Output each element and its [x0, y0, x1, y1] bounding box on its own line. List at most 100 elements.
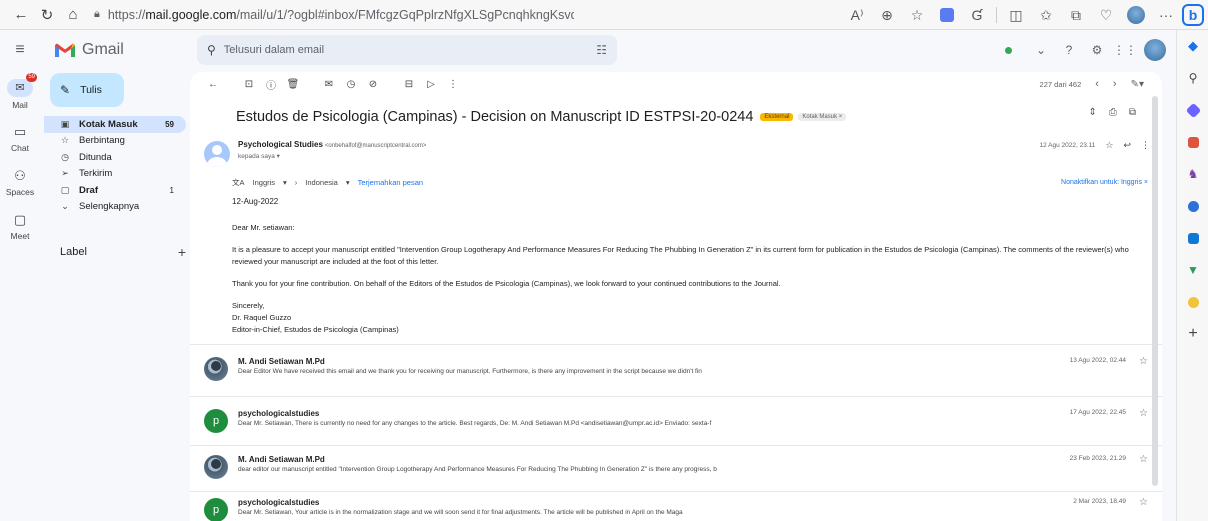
bing-icon[interactable]: b [1182, 4, 1204, 26]
status-dropdown-icon[interactable]: ⌄ [1032, 41, 1050, 59]
add-label-icon[interactable]: + [178, 244, 186, 260]
nav-item-inbox[interactable]: ▣ Kotak Masuk 59 [44, 116, 186, 133]
settings-icon[interactable]: ⚙ [1088, 41, 1106, 59]
delete-icon[interactable]: 🗑︎ [282, 73, 304, 95]
main-menu-icon[interactable]: ≡ [0, 30, 40, 70]
translate-message-link[interactable]: Terjemahkan pesan [358, 178, 423, 187]
address-bar[interactable]: 🔒︎ https://mail.google.com/mail/u/1/?ogb… [94, 3, 574, 27]
designer-icon[interactable]: ▼ [1177, 254, 1208, 286]
source-language-dropdown-icon[interactable]: ▾ [283, 178, 287, 187]
help-icon[interactable]: ? [1060, 41, 1078, 59]
search-input[interactable]: ⚲ Telusuri dalam email ☷ [197, 35, 617, 65]
zoom-icon[interactable]: ⊕ [873, 2, 901, 28]
more-icon[interactable]: ··· [1152, 2, 1180, 28]
chat-icon: ▭ [13, 123, 27, 139]
drop-icon[interactable] [1177, 286, 1208, 318]
rail-item-mail[interactable]: ✉ 59 Mail [0, 72, 40, 116]
toolbar-divider [996, 7, 997, 23]
favorites-bar-icon[interactable]: ✩ [1032, 2, 1060, 28]
mark-unread-icon[interactable]: ✉ [318, 73, 340, 95]
outlook-icon[interactable] [1177, 222, 1208, 254]
add-task-icon[interactable]: ⊘ [362, 73, 384, 95]
gmail-logo-text: Gmail [82, 41, 124, 58]
star-icon[interactable]: ☆ [1139, 454, 1148, 465]
mail-unread-badge: 59 [26, 72, 37, 82]
open-new-window-icon[interactable]: ⧉ [1129, 107, 1136, 118]
body-signoff: Sincerely, [232, 301, 265, 310]
label-icon[interactable]: ▷ [420, 73, 442, 95]
account-avatar[interactable] [1144, 39, 1166, 61]
more-options-icon[interactable]: ⋮ [442, 73, 464, 95]
thread-avatar: p [204, 409, 228, 433]
extension-icon[interactable] [933, 2, 961, 28]
subject-row: Estudos de Psicologia (Campinas) - Decis… [236, 107, 1156, 127]
rail-item-chat[interactable]: ▭ Chat [0, 116, 40, 160]
read-aloud-icon[interactable]: A⁾ [843, 2, 871, 28]
gmail-logo[interactable]: Gmail [54, 41, 124, 59]
scrollbar[interactable] [1152, 96, 1158, 486]
archive-icon[interactable]: ⊡ [238, 73, 260, 95]
bookmark-icon[interactable]: ◆ [1177, 30, 1208, 62]
body-signature-name: Dr. Raquel Guzzo [232, 313, 292, 322]
target-language-dropdown-icon[interactable]: ▾ [346, 178, 350, 187]
search-options-icon[interactable]: ☷ [596, 43, 607, 57]
compose-button[interactable]: ✎ Tulis [50, 73, 124, 107]
tools-icon[interactable] [1177, 190, 1208, 222]
star-icon[interactable]: ☆ [1139, 408, 1148, 419]
older-icon[interactable]: › [1113, 78, 1117, 90]
nav-item-sent[interactable]: ➢ Terkirim [44, 166, 186, 183]
profile-icon[interactable] [1122, 2, 1150, 28]
target-language[interactable]: Indonesia [305, 178, 338, 187]
star-message-icon[interactable]: ☆ [1105, 140, 1113, 151]
games-icon[interactable]: ♞ [1177, 158, 1208, 190]
thread-message[interactable]: p psychologicalstudies Dear Mr. Setiawan… [204, 492, 1154, 521]
nav-item-snoozed[interactable]: ◷ Ditunda [44, 149, 186, 166]
tag-icon[interactable] [1177, 94, 1208, 126]
draft-icon: ▢ [60, 184, 70, 195]
star-icon[interactable]: ☆ [1139, 497, 1148, 508]
back-icon[interactable]: ← [8, 2, 34, 28]
extension-c-icon[interactable]: Ɠ [963, 2, 991, 28]
thread-message[interactable]: M. Andi Setiawan M.Pd dear editor our ma… [204, 449, 1154, 485]
rail-item-meet[interactable]: ▢ Meet [0, 204, 40, 248]
status-indicator[interactable] [1005, 46, 1012, 54]
input-tools-icon[interactable]: ✎▾ [1131, 79, 1144, 90]
snooze-icon[interactable]: ◷ [340, 73, 362, 95]
nav-item-more[interactable]: ⌄ Selengkapnya [44, 199, 186, 216]
split-screen-icon[interactable]: ◫ [1002, 2, 1030, 28]
expand-all-icon[interactable]: ⇕ [1088, 107, 1096, 118]
nav-item-drafts[interactable]: ▢ Draf 1 [44, 182, 186, 199]
nav-item-starred[interactable]: ☆ Berbintang [44, 133, 186, 150]
report-spam-icon[interactable]: ⓘ [260, 73, 282, 95]
search-sidebar-icon[interactable]: ⚲ [1177, 62, 1208, 94]
recipient-details[interactable]: kepada saya ▾ [238, 152, 280, 160]
home-icon[interactable]: ⌂ [60, 2, 86, 28]
rail-item-spaces[interactable]: ⚇ Spaces [0, 160, 40, 204]
refresh-icon[interactable]: ↻ [34, 2, 60, 28]
rail-label-spaces: Spaces [5, 186, 35, 197]
print-icon[interactable]: ⎙ [1109, 107, 1117, 118]
collections-icon[interactable]: ⧉ [1062, 2, 1090, 28]
compose-label: Tulis [80, 84, 102, 96]
thread-date: 17 Agu 2022, 22.45 [1069, 409, 1126, 416]
star-icon: ☆ [60, 135, 70, 146]
search-icon[interactable]: ⚲ [207, 43, 216, 57]
star-icon[interactable]: ☆ [1139, 356, 1148, 367]
thread-message[interactable]: p psychologicalstudies Dear Mr. Setiawan… [204, 403, 1154, 439]
source-language[interactable]: Inggris [253, 178, 276, 187]
apps-grid-icon[interactable]: ⋮⋮ [1113, 41, 1137, 59]
add-sidebar-app-icon[interactable]: + [1177, 318, 1208, 350]
message-more-icon[interactable]: ⋮ [1141, 140, 1150, 151]
favorite-icon[interactable]: ☆ [903, 2, 931, 28]
reply-icon[interactable]: ↩ [1123, 140, 1131, 151]
inbox-label-chip[interactable]: Kotak Masuk × [798, 113, 847, 121]
back-to-inbox-icon[interactable]: ← [202, 73, 224, 95]
sender-name[interactable]: Psychological Studies <onbehalfof@manuscr… [238, 140, 426, 149]
performance-icon[interactable]: ♡ [1092, 2, 1120, 28]
shopping-icon[interactable] [1177, 126, 1208, 158]
newer-icon[interactable]: ‹ [1095, 78, 1099, 90]
move-to-icon[interactable]: ⊟ [398, 73, 420, 95]
sender-avatar[interactable] [204, 141, 230, 167]
disable-translation-link[interactable]: Nonaktifkan untuk: Inggris × [1061, 179, 1148, 186]
thread-message[interactable]: M. Andi Setiawan M.Pd Dear Editor We hav… [204, 351, 1154, 387]
